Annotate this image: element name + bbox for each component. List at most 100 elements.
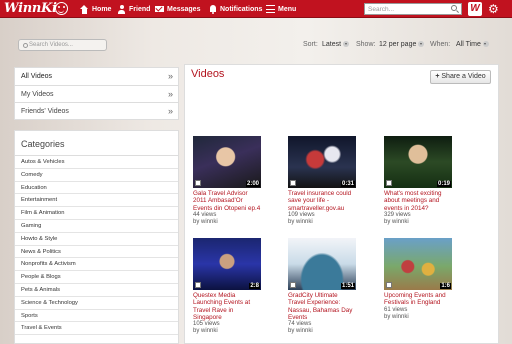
select-checkbox[interactable] bbox=[386, 180, 392, 186]
video-thumbnail[interactable]: 0:19 bbox=[384, 136, 452, 188]
select-checkbox[interactable] bbox=[290, 180, 296, 186]
view-count: 329 views bbox=[384, 211, 411, 218]
category-item[interactable]: Nonprofits & Activism bbox=[15, 258, 178, 272]
category-list: Autos & Vehicles Comedy Education Entertain… bbox=[15, 156, 178, 336]
category-item[interactable]: Pets & Animals bbox=[15, 284, 178, 297]
top-navbar: WinnKi Home Friend Messages Notification… bbox=[0, 0, 512, 18]
video-card[interactable]: 1:6 Upcoming Events and Festivals in Engl… bbox=[384, 238, 452, 321]
when-label: When: bbox=[430, 41, 451, 48]
hamburger-icon bbox=[266, 5, 275, 13]
category-item[interactable]: Comedy bbox=[15, 169, 178, 182]
select-checkbox[interactable] bbox=[386, 282, 392, 288]
select-checkbox[interactable] bbox=[195, 180, 201, 186]
view-count: 44 views bbox=[193, 211, 217, 218]
sidebar-item-my-videos[interactable]: My Videos » bbox=[15, 86, 178, 103]
video-thumbnail[interactable]: 0:31 bbox=[288, 136, 356, 188]
video-thumbnail[interactable]: 2:00 bbox=[193, 136, 261, 188]
nav-notifications-label: Notifications bbox=[220, 5, 263, 13]
nav-messages[interactable]: Messages bbox=[155, 0, 200, 18]
share-video-button[interactable]: + Share a Video bbox=[430, 70, 491, 84]
duration-badge: 2:8 bbox=[249, 283, 260, 289]
duration-badge: 1:6 bbox=[440, 283, 451, 289]
gear-icon[interactable]: ⚙ bbox=[488, 3, 500, 15]
chevron-down-icon bbox=[482, 41, 489, 48]
category-item[interactable]: Entertainment bbox=[15, 194, 178, 208]
home-icon bbox=[80, 4, 89, 14]
category-item[interactable]: Autos & Vehicles bbox=[15, 156, 178, 169]
sidebar-item-all-videos[interactable]: All Videos » bbox=[15, 68, 178, 86]
nav-notifications[interactable]: Notifications bbox=[208, 0, 262, 18]
video-author[interactable]: by winnki bbox=[288, 219, 356, 226]
search-icon bbox=[23, 43, 28, 48]
video-title-link[interactable]: Gala Travel Advisor 2011 Ambasad'Or Even… bbox=[193, 190, 261, 212]
nav-messages-label: Messages bbox=[167, 5, 201, 13]
smiley-logo-icon bbox=[55, 2, 68, 15]
video-thumbnail[interactable]: 1:6 bbox=[384, 238, 452, 290]
chevron-right-icon: » bbox=[167, 71, 173, 81]
select-checkbox[interactable] bbox=[195, 282, 201, 288]
nav-menu-label: Menu bbox=[278, 5, 297, 13]
user-icon bbox=[117, 4, 126, 14]
duration-badge: 1:51 bbox=[340, 283, 355, 289]
sidebar-item-label: Friends' Videos bbox=[21, 108, 69, 115]
category-item[interactable]: Education bbox=[15, 182, 178, 195]
view-count: 74 views bbox=[288, 321, 312, 328]
video-thumbnail[interactable]: 2:8 bbox=[193, 238, 261, 290]
video-card[interactable]: 1:51 GradCity Ultimate Travel Experience:… bbox=[288, 238, 356, 335]
search-icon[interactable] bbox=[451, 5, 457, 11]
category-item[interactable]: News & Politics bbox=[15, 246, 178, 259]
categories-title: Categories bbox=[15, 131, 178, 156]
when-select[interactable]: All Time bbox=[456, 41, 489, 48]
video-card[interactable]: 2:8 Questex Media Launching Events at Tra… bbox=[193, 238, 261, 335]
video-author[interactable]: by winnki bbox=[193, 328, 261, 335]
share-video-label: Share a Video bbox=[441, 73, 486, 80]
video-title-link[interactable]: GradCity Ultimate Travel Experience: Nas… bbox=[288, 292, 356, 321]
sidebar-item-friends-videos[interactable]: Friends' Videos » bbox=[15, 103, 178, 121]
video-filter-menu: All Videos » My Videos » Friends' Videos » bbox=[14, 67, 179, 120]
sidebar-item-label: My Videos bbox=[21, 90, 54, 98]
nav-friend[interactable]: Friend bbox=[117, 0, 150, 18]
nav-home-label: Home bbox=[92, 5, 112, 13]
video-title-link[interactable]: Questex Media Launching Events at Travel… bbox=[193, 292, 261, 321]
category-item[interactable]: Gaming bbox=[15, 220, 178, 233]
video-author[interactable]: by winnki bbox=[193, 219, 261, 226]
envelope-icon bbox=[155, 6, 164, 12]
sort-select[interactable]: Latest bbox=[322, 41, 350, 48]
sort-value: Latest bbox=[322, 41, 342, 48]
video-title-link[interactable]: Upcoming Events and Festivals in England bbox=[384, 292, 452, 307]
category-item[interactable]: Howto & Style bbox=[15, 233, 178, 246]
duration-badge: 2:00 bbox=[245, 181, 260, 187]
video-author[interactable]: by winnki bbox=[384, 219, 452, 226]
show-select[interactable]: 12 per page bbox=[379, 41, 425, 48]
chevron-down-icon bbox=[418, 41, 425, 48]
view-count: 109 views bbox=[288, 211, 315, 218]
nav-home[interactable]: Home bbox=[80, 0, 111, 18]
select-checkbox[interactable] bbox=[290, 282, 296, 288]
page-title: Videos bbox=[191, 68, 225, 80]
category-item[interactable]: Travel & Events bbox=[15, 322, 178, 336]
brand-badge[interactable]: W bbox=[468, 2, 482, 16]
chevron-right-icon: » bbox=[167, 88, 173, 99]
video-search-input[interactable]: Search Videos... bbox=[18, 39, 107, 51]
video-author[interactable]: by winnki bbox=[384, 314, 452, 321]
categories-panel: Categories Autos & Vehicles Comedy Educati… bbox=[14, 130, 179, 344]
filter-bar: Search Videos... Sort: Latest Show: 12 p… bbox=[14, 35, 499, 55]
video-title-link[interactable]: Travel insurance could save your life - … bbox=[288, 190, 356, 212]
category-item[interactable]: Sports bbox=[15, 310, 178, 323]
global-search-input[interactable]: Search... bbox=[364, 3, 462, 15]
category-item[interactable]: People & Blogs bbox=[15, 271, 178, 284]
show-label: Show: bbox=[356, 41, 376, 48]
video-card[interactable]: 2:00 Gala Travel Advisor 2011 Ambasad'Or … bbox=[193, 136, 261, 226]
video-thumbnail[interactable]: 1:51 bbox=[288, 238, 356, 290]
videos-panel: Videos + Share a Video 2:00 Gala Travel A… bbox=[184, 64, 499, 344]
nav-menu[interactable]: Menu bbox=[266, 0, 296, 18]
video-card[interactable]: 0:19 What's most exciting about meetings … bbox=[384, 136, 452, 226]
winnki-logo[interactable]: WinnKi bbox=[4, 1, 57, 16]
category-item[interactable]: Science & Technology bbox=[15, 297, 178, 310]
video-title-link[interactable]: What's most exciting about meetings and … bbox=[384, 190, 452, 212]
view-count: 105 views bbox=[193, 321, 220, 328]
category-item[interactable]: Film & Animation bbox=[15, 207, 178, 220]
duration-badge: 0:31 bbox=[340, 181, 355, 187]
video-card[interactable]: 0:31 Travel insurance could save your lif… bbox=[288, 136, 356, 226]
video-author[interactable]: by winnki bbox=[288, 328, 356, 335]
